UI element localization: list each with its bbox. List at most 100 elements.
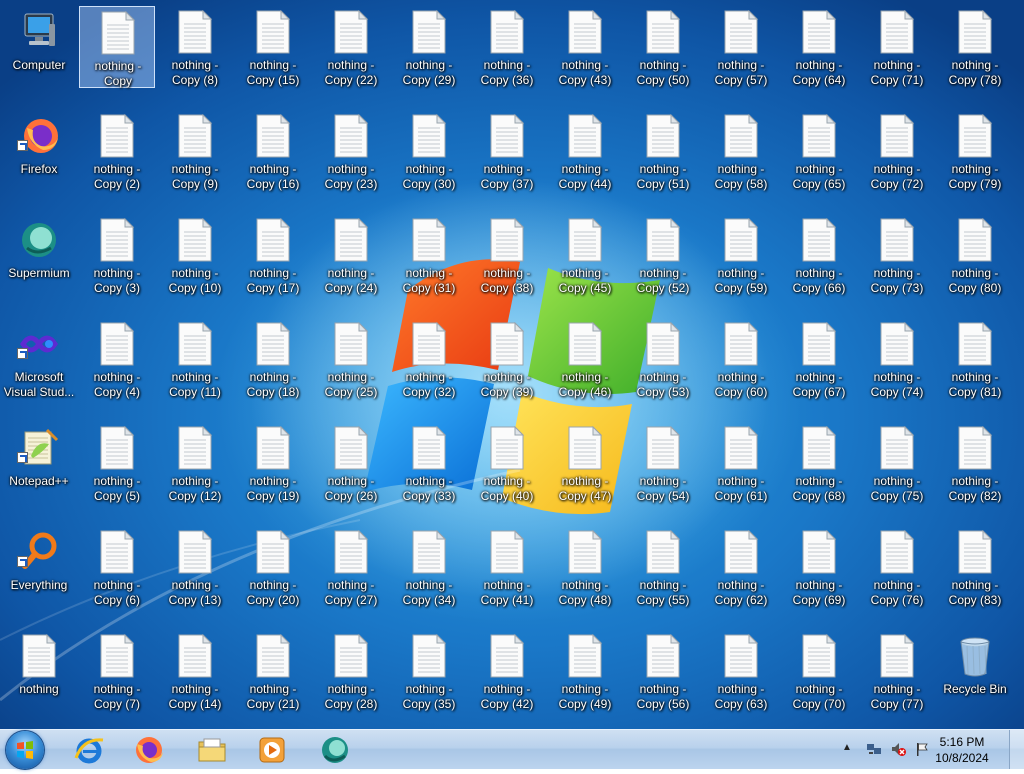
desktop-icon[interactable]: nothing - Copy (27): [313, 526, 389, 608]
desktop-icon[interactable]: nothing - Copy (30): [391, 110, 467, 192]
desktop-icon[interactable]: nothing - Copy (8): [157, 6, 233, 88]
desktop-icon[interactable]: nothing - Copy (34): [391, 526, 467, 608]
desktop-icon[interactable]: Notepad++: [1, 422, 77, 504]
desktop-icon[interactable]: nothing - Copy (5): [79, 422, 155, 504]
desktop-icon[interactable]: nothing - Copy (37): [469, 110, 545, 192]
desktop-icon[interactable]: nothing - Copy (68): [781, 422, 857, 504]
desktop-icon[interactable]: nothing - Copy (29): [391, 6, 467, 88]
desktop-icon[interactable]: Firefox: [1, 110, 77, 192]
desktop-icon[interactable]: nothing - Copy (44): [547, 110, 623, 192]
show-desktop-button[interactable]: [1009, 730, 1024, 769]
start-button[interactable]: [6, 731, 44, 769]
desktop-icon[interactable]: nothing - Copy (76): [859, 526, 935, 608]
desktop-icon[interactable]: nothing - Copy (52): [625, 214, 701, 296]
desktop-icon[interactable]: nothing - Copy (38): [469, 214, 545, 296]
desktop-icon[interactable]: Microsoft Visual Stud...: [1, 318, 77, 400]
taskbar-file-explorer-button[interactable]: [185, 732, 239, 768]
desktop-icon[interactable]: nothing - Copy (47): [547, 422, 623, 504]
desktop-icon[interactable]: nothing - Copy (12): [157, 422, 233, 504]
desktop-icon[interactable]: nothing - Copy: [79, 6, 155, 88]
desktop-icon[interactable]: nothing - Copy (74): [859, 318, 935, 400]
desktop-icon[interactable]: nothing - Copy (83): [937, 526, 1013, 608]
desktop-icon[interactable]: Computer: [1, 6, 77, 88]
desktop-icon[interactable]: nothing - Copy (51): [625, 110, 701, 192]
desktop-icon[interactable]: nothing - Copy (78): [937, 6, 1013, 88]
desktop-icon[interactable]: nothing - Copy (50): [625, 6, 701, 88]
desktop-icon[interactable]: nothing - Copy (23): [313, 110, 389, 192]
desktop-icon[interactable]: nothing - Copy (79): [937, 110, 1013, 192]
desktop-icon[interactable]: nothing - Copy (17): [235, 214, 311, 296]
desktop-icon[interactable]: nothing - Copy (62): [703, 526, 779, 608]
desktop-icon[interactable]: nothing - Copy (4): [79, 318, 155, 400]
desktop-icon[interactable]: nothing - Copy (71): [859, 6, 935, 88]
desktop-icon[interactable]: nothing - Copy (55): [625, 526, 701, 608]
desktop-icon[interactable]: nothing - Copy (9): [157, 110, 233, 192]
desktop-icon[interactable]: nothing - Copy (46): [547, 318, 623, 400]
taskbar-internet-explorer-button[interactable]: [62, 732, 116, 768]
desktop-icon[interactable]: nothing - Copy (11): [157, 318, 233, 400]
desktop-icon[interactable]: nothing - Copy (61): [703, 422, 779, 504]
show-hidden-icons-icon[interactable]: ▲: [842, 742, 858, 758]
desktop-icon[interactable]: nothing - Copy (77): [859, 630, 935, 712]
desktop-icon[interactable]: nothing - Copy (20): [235, 526, 311, 608]
desktop-icon[interactable]: nothing - Copy (43): [547, 6, 623, 88]
desktop-icon[interactable]: nothing - Copy (18): [235, 318, 311, 400]
desktop-icon[interactable]: nothing - Copy (60): [703, 318, 779, 400]
desktop-icon[interactable]: nothing - Copy (31): [391, 214, 467, 296]
network-icon[interactable]: [866, 741, 882, 757]
desktop-icon[interactable]: nothing - Copy (57): [703, 6, 779, 88]
desktop-icon[interactable]: nothing - Copy (67): [781, 318, 857, 400]
desktop-icon[interactable]: nothing - Copy (45): [547, 214, 623, 296]
desktop-icon[interactable]: nothing - Copy (81): [937, 318, 1013, 400]
desktop-icon[interactable]: nothing - Copy (32): [391, 318, 467, 400]
desktop-icon[interactable]: nothing - Copy (73): [859, 214, 935, 296]
desktop-icon[interactable]: nothing - Copy (40): [469, 422, 545, 504]
desktop-icon[interactable]: nothing - Copy (58): [703, 110, 779, 192]
desktop-icon[interactable]: nothing - Copy (10): [157, 214, 233, 296]
desktop-icon[interactable]: nothing - Copy (54): [625, 422, 701, 504]
desktop-icon[interactable]: nothing - Copy (42): [469, 630, 545, 712]
desktop-icon[interactable]: nothing - Copy (2): [79, 110, 155, 192]
desktop-icon[interactable]: nothing - Copy (53): [625, 318, 701, 400]
desktop-icon[interactable]: nothing - Copy (49): [547, 630, 623, 712]
desktop-icon[interactable]: nothing - Copy (69): [781, 526, 857, 608]
desktop-icon[interactable]: Supermium: [1, 214, 77, 296]
desktop-icon[interactable]: nothing - Copy (16): [235, 110, 311, 192]
desktop-icon[interactable]: nothing - Copy (33): [391, 422, 467, 504]
desktop-icon[interactable]: nothing - Copy (26): [313, 422, 389, 504]
desktop-icon[interactable]: nothing - Copy (41): [469, 526, 545, 608]
desktop-icon[interactable]: nothing - Copy (80): [937, 214, 1013, 296]
desktop-icon[interactable]: nothing - Copy (48): [547, 526, 623, 608]
desktop-icon[interactable]: nothing - Copy (72): [859, 110, 935, 192]
desktop-icon[interactable]: nothing - Copy (6): [79, 526, 155, 608]
desktop-icon[interactable]: nothing - Copy (22): [313, 6, 389, 88]
desktop-icon[interactable]: nothing - Copy (24): [313, 214, 389, 296]
desktop-icon[interactable]: nothing - Copy (15): [235, 6, 311, 88]
action-center-flag-icon[interactable]: [914, 741, 930, 757]
desktop-icon[interactable]: nothing - Copy (3): [79, 214, 155, 296]
desktop-icon[interactable]: nothing: [1, 630, 77, 712]
desktop-icon[interactable]: nothing - Copy (19): [235, 422, 311, 504]
taskbar-firefox-button[interactable]: [122, 732, 176, 768]
desktop-icon[interactable]: nothing - Copy (39): [469, 318, 545, 400]
desktop-icon[interactable]: nothing - Copy (59): [703, 214, 779, 296]
taskbar-supermium-button[interactable]: [308, 732, 362, 768]
desktop-icon[interactable]: nothing - Copy (70): [781, 630, 857, 712]
desktop-icon[interactable]: nothing - Copy (21): [235, 630, 311, 712]
desktop-icon[interactable]: nothing - Copy (28): [313, 630, 389, 712]
desktop-icon[interactable]: nothing - Copy (65): [781, 110, 857, 192]
desktop-icon[interactable]: nothing - Copy (75): [859, 422, 935, 504]
desktop-icon[interactable]: nothing - Copy (63): [703, 630, 779, 712]
desktop-icon[interactable]: nothing - Copy (25): [313, 318, 389, 400]
desktop-icon[interactable]: nothing - Copy (7): [79, 630, 155, 712]
volume-muted-icon[interactable]: [890, 741, 906, 757]
desktop-icon[interactable]: Everything: [1, 526, 77, 608]
desktop-icon[interactable]: nothing - Copy (64): [781, 6, 857, 88]
desktop-icon[interactable]: nothing - Copy (56): [625, 630, 701, 712]
taskbar-media-player-button[interactable]: [245, 732, 299, 768]
desktop-icon[interactable]: nothing - Copy (35): [391, 630, 467, 712]
desktop-icon[interactable]: nothing - Copy (82): [937, 422, 1013, 504]
system-clock[interactable]: 5:16 PM 10/8/2024: [930, 734, 994, 766]
desktop-icon[interactable]: nothing - Copy (66): [781, 214, 857, 296]
desktop-icon[interactable]: Recycle Bin: [937, 630, 1013, 712]
